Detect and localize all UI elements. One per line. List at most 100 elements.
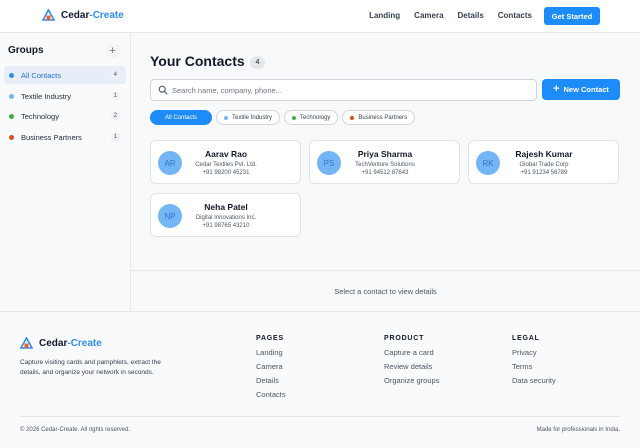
brand-name: Cedar-Create	[61, 10, 124, 21]
contact-phone: +91 94512 87643	[361, 170, 409, 176]
footer-link[interactable]: Data security	[512, 376, 556, 385]
group-item-technology[interactable]: Technology 2	[4, 107, 126, 125]
avatar: RK	[476, 151, 500, 175]
footer-column-pages: PAGES Landing Camera Details Contacts	[256, 335, 286, 404]
contact-phone: +91 98200 45231	[202, 170, 250, 176]
contact-card[interactable]: RK Rajesh Kumar Global Trade Corp +91 91…	[468, 140, 619, 184]
details-placeholder: Select a contact to view details	[334, 286, 437, 296]
footer-divider	[20, 416, 620, 417]
footer-link[interactable]: Capture a card	[384, 348, 439, 357]
new-contact-button[interactable]: + New Contact	[542, 79, 620, 100]
avatar: NP	[158, 204, 182, 228]
footer-heading: PAGES	[256, 335, 284, 342]
plus-icon: +	[553, 83, 560, 95]
nav-landing[interactable]: Landing	[369, 11, 400, 20]
filter-chip-technology[interactable]: Technology	[284, 110, 339, 125]
contact-name: Aarav Rao	[204, 149, 248, 159]
group-count: 4	[110, 71, 120, 79]
filter-dot	[224, 115, 229, 120]
contact-details-panel: Select a contact to view details	[131, 270, 640, 311]
contact-info: Rajesh Kumar Global Trade Corp +91 91234…	[509, 149, 579, 176]
group-count: 1	[110, 133, 120, 141]
footer-link[interactable]: Terms	[512, 362, 556, 371]
page-title: Your Contacts	[150, 53, 245, 69]
group-count: 1	[110, 92, 120, 100]
search-box[interactable]	[150, 79, 537, 101]
new-contact-label: New Contact	[563, 85, 609, 94]
contact-company: Cedar Textiles Pvt. Ltd.	[195, 162, 257, 168]
filter-chip-label: Technology	[300, 114, 331, 121]
footer-link[interactable]: Privacy	[512, 348, 556, 357]
contact-company: Digital Innovations Inc.	[195, 215, 257, 221]
footer-link[interactable]: Landing	[256, 348, 286, 357]
contact-card[interactable]: NP Neha Patel Digital Innovations Inc. +…	[150, 193, 301, 237]
footer-link[interactable]: Review details	[384, 362, 439, 371]
filter-dot	[292, 115, 297, 120]
group-item-textile-industry[interactable]: Textile Industry 1	[4, 87, 126, 105]
filter-chip-all-contacts[interactable]: All Contacts	[150, 110, 213, 125]
contact-card[interactable]: AR Aarav Rao Cedar Textiles Pvt. Ltd. +9…	[150, 140, 301, 184]
contact-company: TechVenture Solutions	[355, 162, 415, 168]
avatar: PS	[317, 151, 341, 175]
group-count: 2	[110, 112, 120, 120]
nav-details[interactable]: Details	[458, 11, 484, 20]
brand-name-main: Cedar	[61, 10, 90, 21]
footer-link[interactable]: Camera	[256, 362, 286, 371]
contact-phone: +91 98765 43210	[202, 223, 250, 229]
cedar-logo-icon	[42, 9, 55, 21]
footer-link[interactable]: Details	[256, 376, 286, 385]
contact-name: Neha Patel	[204, 202, 248, 212]
nav-links: Landing Camera Details Contacts	[369, 11, 532, 20]
footer-heading: PRODUCT	[384, 335, 425, 342]
footer-description: Capture visiting cards and pamphlets, ex…	[20, 359, 161, 376]
footer-column-legal: LEGAL Privacy Terms Data security	[512, 335, 556, 390]
contacts-main: Your Contacts 4 + New Contact All Contac…	[131, 33, 640, 311]
groups-title: Groups	[8, 45, 44, 56]
avatar: AR	[158, 151, 182, 175]
contact-card[interactable]: PS Priya Sharma TechVenture Solutions +9…	[309, 140, 460, 184]
footer-column-product: PRODUCT Capture a card Review details Or…	[384, 335, 439, 390]
contact-name: Rajesh Kumar	[515, 149, 573, 159]
get-started-button[interactable]: Get Started	[544, 7, 600, 25]
contact-info: Priya Sharma TechVenture Solutions +91 9…	[350, 149, 420, 176]
footer-link[interactable]: Organize groups	[384, 376, 439, 385]
contact-info: Neha Patel Digital Innovations Inc. +91 …	[191, 202, 261, 229]
group-label: All Contacts	[21, 70, 62, 80]
group-item-all-contacts[interactable]: All Contacts 4	[4, 66, 126, 84]
groups-sidebar: Groups + All Contacts 4 Textile Industry…	[0, 33, 131, 311]
group-dot	[9, 113, 14, 119]
group-dot	[9, 134, 14, 140]
contacts-count-badge: 4	[250, 56, 265, 69]
search-icon	[158, 85, 168, 95]
filter-chip-label: Business Partners	[358, 114, 408, 121]
nav-camera[interactable]: Camera	[414, 11, 443, 20]
group-item-business-partners[interactable]: Business Partners 1	[4, 128, 126, 146]
contact-phone: +91 91234 56789	[520, 170, 568, 176]
filter-dot	[350, 115, 355, 120]
footer-made-in: Made for professionals in India.	[536, 427, 620, 433]
footer-brand[interactable]: Cedar-Create	[20, 337, 102, 350]
footer-brand-name: Cedar-Create	[39, 338, 102, 349]
search-input[interactable]	[172, 85, 522, 95]
group-dot	[9, 72, 14, 78]
cedar-logo-icon	[20, 337, 33, 349]
footer: Cedar-Create Capture visiting cards and …	[0, 311, 640, 448]
brand-name-accent: -Create	[67, 338, 102, 349]
filter-chip-business-partners[interactable]: Business Partners	[342, 110, 416, 125]
group-label: Technology	[21, 111, 59, 121]
filter-chip-textile-industry[interactable]: Textile Industry	[216, 110, 281, 125]
group-label: Business Partners	[21, 132, 82, 142]
brand-name-accent: -Create	[89, 10, 124, 21]
footer-heading: LEGAL	[512, 335, 540, 342]
filter-chip-label: Textile Industry	[232, 114, 273, 121]
contact-name: Priya Sharma	[357, 149, 413, 159]
brand-name-main: Cedar	[39, 338, 68, 349]
add-group-button[interactable]: +	[105, 43, 120, 58]
contact-info: Aarav Rao Cedar Textiles Pvt. Ltd. +91 9…	[191, 149, 261, 176]
group-dot	[9, 93, 14, 99]
footer-copyright: © 2026 Cedar-Create. All rights reserved…	[20, 427, 131, 433]
footer-link[interactable]: Contacts	[256, 390, 286, 399]
nav-contacts[interactable]: Contacts	[498, 11, 532, 20]
brand[interactable]: Cedar-Create	[42, 9, 124, 22]
filter-chips: All Contacts Textile Industry Technology…	[150, 110, 416, 125]
